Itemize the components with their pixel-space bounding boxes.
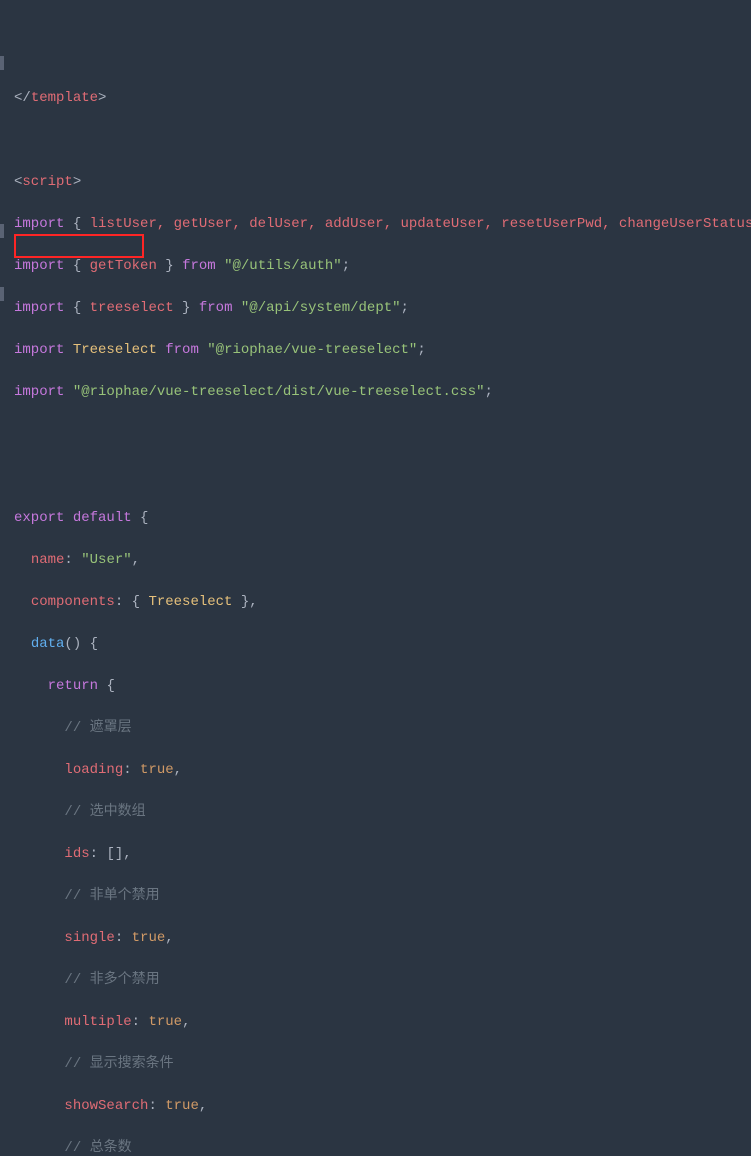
code-line [14,466,751,487]
string-value: "User" [81,552,131,568]
keyword-import: import [14,384,64,400]
tag-name: script [22,174,72,190]
prop-single: single [64,930,114,946]
tag-close: > [73,174,81,190]
code-line: import { listUser, getUser, delUser, add… [14,214,751,235]
tag-name: template [31,90,98,106]
code-line: return { [14,676,751,697]
comment: // 显示搜索条件 [64,1056,173,1072]
code-line: // 遮罩层 [14,718,751,739]
prop-multiple: multiple [64,1014,131,1030]
code-line: import Treeselect from "@riophae/vue-tre… [14,340,751,361]
code-editor[interactable]: </template> <script> import { listUser, … [0,0,751,1156]
code-line: showSearch: true, [14,1096,751,1117]
code-line [14,130,751,151]
prop-ids: ids [64,846,89,862]
code-line: // 总条数 [14,1138,751,1156]
code-line: // 显示搜索条件 [14,1054,751,1075]
prop-showSearch: showSearch [64,1098,148,1114]
code-line: components: { Treeselect }, [14,592,751,613]
code-line: loading: true, [14,760,751,781]
code-line: import "@riophae/vue-treeselect/dist/vue… [14,382,751,403]
code-line: <script> [14,172,751,193]
bool-value: true [140,762,174,778]
import-names: treeselect [90,300,174,316]
keyword-default: default [73,510,132,526]
code-line: data() { [14,634,751,655]
comment: // 选中数组 [64,804,145,820]
code-line: // 非单个禁用 [14,886,751,907]
keyword-from: from [165,342,199,358]
comment: // 非单个禁用 [64,888,159,904]
keyword-export: export [14,510,64,526]
code-line: import { treeselect } from "@/api/system… [14,298,751,319]
keyword-import: import [14,300,64,316]
import-path: "@riophae/vue-treeselect/dist/vue-treese… [73,384,485,400]
keyword-import: import [14,258,64,274]
tag-open: </ [14,90,31,106]
highlight-annotation [14,234,144,258]
keyword-import: import [14,342,64,358]
keyword-import: import [14,216,64,232]
code-line: single: true, [14,928,751,949]
import-path: "@/utils/auth" [224,258,342,274]
method-data: data [31,636,65,652]
keyword-from: from [199,300,233,316]
code-line: ids: [], [14,844,751,865]
code-line [14,424,751,445]
code-line: name: "User", [14,550,751,571]
import-path: "@/api/system/dept" [241,300,401,316]
comment: // 总条数 [64,1140,131,1156]
code-line: // 非多个禁用 [14,970,751,991]
code-line: export default { [14,508,751,529]
component-name: Treeselect [148,594,232,610]
gutter-marker [0,287,4,301]
comment: // 非多个禁用 [64,972,159,988]
keyword-return: return [48,678,98,694]
prop-loading: loading [64,762,123,778]
import-path: "@riophae/vue-treeselect" [207,342,417,358]
prop-name: name [31,552,65,568]
comment: // 遮罩层 [64,720,131,736]
bool-value: true [148,1014,182,1030]
prop-components: components [31,594,115,610]
code-line: multiple: true, [14,1012,751,1033]
bool-value: true [132,930,166,946]
import-names: getToken [90,258,157,274]
code-line: import { getToken } from "@/utils/auth"; [14,256,751,277]
code-line: // 选中数组 [14,802,751,823]
gutter-marker [0,224,4,238]
code-line: </template> [14,88,751,109]
import-default: Treeselect [73,342,157,358]
bool-value: true [165,1098,199,1114]
import-names: listUser, getUser, delUser, addUser, upd… [90,216,751,232]
tag-close: > [98,90,106,106]
gutter-marker [0,56,4,70]
keyword-from: from [182,258,216,274]
